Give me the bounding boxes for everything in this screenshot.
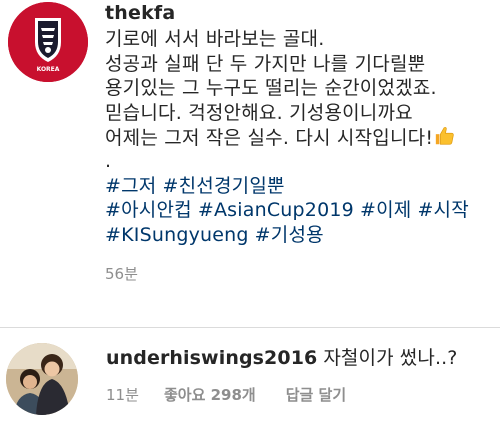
post-body: thekfa 기로에 서서 바라보는 골대. 성공과 실패 단 두 가지만 나를… (105, 0, 500, 284)
user-photo-icon (6, 343, 78, 415)
comment-body: underhiswings2016 자철이가 썼나..? 11분 좋아요 298개 답… (106, 346, 500, 405)
caption-dot: . (105, 149, 112, 172)
comment-meta: 11분 좋아요 298개 답글 달기 (106, 385, 500, 405)
comment-likes-link[interactable]: 좋아요 298개 (164, 385, 256, 405)
hashtag-row: #아시안컵 #AsianCup2019 #이제 #시작 (105, 198, 500, 223)
hashtag-link[interactable]: #이제 (360, 199, 411, 221)
caption-line: 기로에 서서 바라보는 골대. (105, 28, 325, 50)
hashtag-link[interactable]: #아시안컵 (105, 199, 192, 221)
hashtag-link[interactable]: #친선경기일뿐 (162, 175, 284, 197)
hashtag-link[interactable]: #그저 (105, 175, 156, 197)
comment-username[interactable]: underhiswings2016 (106, 347, 317, 369)
caption-line: 용기있는 그 누구도 떨리는 순간이었겠죠. (105, 77, 437, 99)
kfa-emblem-icon: KOREA (8, 2, 88, 82)
caption-line: 성공과 실패 단 두 가지만 나를 기다릴뿐 (105, 52, 426, 75)
hashtag-link[interactable]: #KISungyueng (105, 224, 249, 246)
commenter-avatar[interactable] (6, 343, 78, 415)
thumbs-up-icon (434, 125, 456, 154)
hashtag-link[interactable]: #시작 (417, 199, 468, 221)
comment-item: underhiswings2016 자철이가 썼나..? 11분 좋아요 298개 답… (0, 328, 500, 427)
hashtag-link[interactable]: #AsianCup2019 (198, 199, 354, 221)
reply-button[interactable]: 답글 달기 (286, 385, 346, 405)
hashtag-row: #그저 #친선경기일뿐 (105, 174, 500, 199)
post-username[interactable]: thekfa (105, 1, 500, 25)
caption-line: 믿습니다. 걱정안해요. 기성용이니까요 (105, 101, 413, 124)
post-timestamp: 56분 (105, 265, 138, 283)
kfa-avatar[interactable]: KOREA (8, 2, 88, 82)
comment-line: underhiswings2016 자철이가 썼나..? (106, 346, 500, 370)
svg-text:KOREA: KOREA (37, 66, 60, 73)
screen: KOREA thekfa 기로에 서서 바라보는 골대. 성공과 실패 단 두 … (0, 0, 500, 427)
hashtag-list: #그저 #친선경기일뿐 #아시안컵 #AsianCup2019 #이제 #시작 #KIS… (105, 174, 500, 248)
caption-text: 어제는 그저 작은 실수. 다시 시작입니다! (105, 127, 434, 149)
hashtag-row: #KISungyueng #기성용 (105, 223, 500, 248)
hashtag-link[interactable]: #기성용 (255, 224, 324, 246)
caption-line-last: 어제는 그저 작은 실수. 다시 시작입니다! (105, 125, 500, 154)
comment-timestamp: 11분 (106, 386, 139, 404)
comment-text: 자철이가 썼나..? (323, 347, 458, 369)
